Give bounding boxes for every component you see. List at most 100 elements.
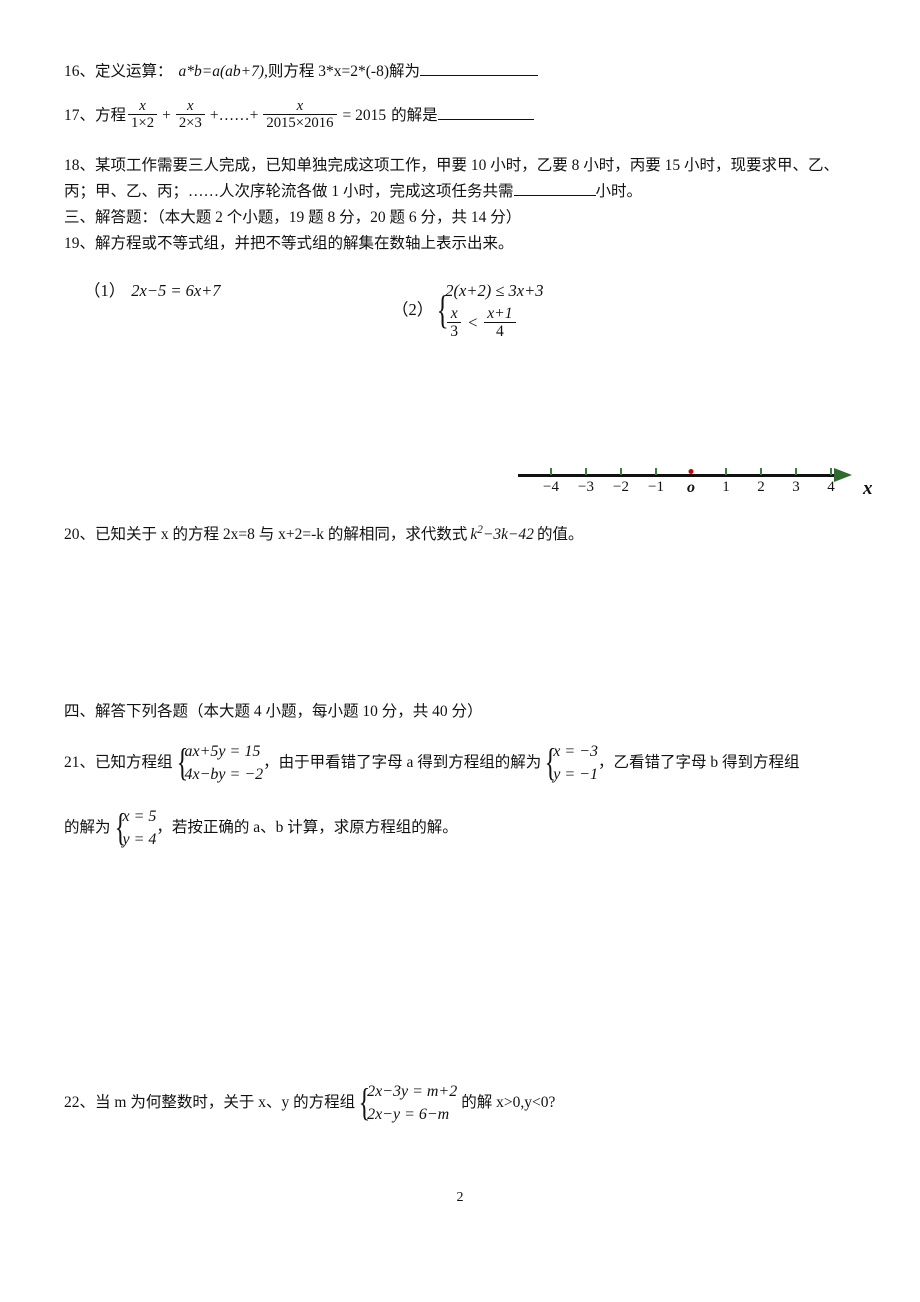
q21-system-jia: { x = −3 y = −1	[541, 740, 598, 786]
q19-part1-label: （1）	[84, 281, 126, 300]
q19-part2-label: （2）	[392, 300, 434, 320]
question-16: 16、定义运算： a*b=a(ab+7),则方程 3*x=2*(-8)解为	[64, 60, 539, 84]
q18-answer-blank[interactable]	[513, 180, 596, 196]
q22-system-row-2: 2x−y = 6−m	[367, 1106, 450, 1124]
q21-text-d: 的解为	[64, 819, 111, 837]
question-18-line-2: 丙；甲、乙、丙；……人次序轮流各做 1 小时，完成这项任务共需 小时。	[64, 180, 642, 204]
q20-text-a: 已知关于 x 的方程 2x=8 与 x+2=-k 的解相同，求代数式	[95, 526, 468, 544]
q16-label: 定义运算：	[95, 63, 173, 80]
question-18-line-1: 18、某项工作需要三人完成，已知单独完成这项工作，甲要 10 小时，乙要 8 小…	[64, 154, 839, 178]
number-line-tick--3	[585, 468, 587, 475]
q18-number: 18、	[64, 157, 96, 174]
question-17: 17、方程 x 1×2 + x 2×3 +……+ x 2015×2016 = 2015 的解是	[64, 98, 534, 132]
q17-tail: 的解是	[391, 106, 438, 124]
question-19-prompt: 19、解方程或不等式组，并把不等式组的解集在数轴上表示出来。	[64, 232, 514, 256]
number-line-label-3: 3	[792, 479, 800, 495]
number-line-tick-2	[760, 468, 762, 475]
number-line-label--4: −4	[543, 479, 559, 495]
number-line-origin-label: o	[687, 479, 695, 496]
q17-operator-1: +	[162, 106, 171, 124]
q17-fraction-1-denominator: 1×2	[131, 115, 155, 132]
q19-part2-left-fraction: x3	[447, 305, 462, 341]
q17-operator-2: +……+	[209, 106, 259, 124]
q22-text-a: 当 m 为何整数时，关于 x、y 的方程组	[95, 1094, 356, 1112]
number-line-tick--2	[620, 468, 622, 475]
q19-part2-row-2: x 3 < x+1 4	[445, 305, 543, 341]
q17-label: 方程	[95, 106, 127, 124]
q19-prompt-text: 解方程或不等式组，并把不等式组的解集在数轴上表示出来。	[95, 235, 514, 252]
q18-line2-b: 小时。	[595, 183, 643, 200]
number-line-label--1: −1	[648, 479, 664, 495]
q21-system-jia-brace: {	[544, 741, 557, 785]
q17-number: 17、	[64, 106, 96, 124]
q18-line2-a: 丙；甲、乙、丙；……人次序轮流各做 1 小时，完成这项任务共需	[64, 183, 514, 200]
q17-fraction-2-numerator: x	[175, 98, 205, 116]
q17-fraction-1-numerator: x	[128, 98, 158, 116]
q17-fraction-2: x 2×3	[175, 98, 205, 132]
question-22: 22、当 m 为何整数时，关于 x、y 的方程组 { 2x−3y = m+2 2…	[64, 1080, 555, 1126]
q21-text-b: ，由于甲看错了字母 a 得到方程组的解为	[263, 754, 542, 772]
q22-text-b: 的解 x>0,y<0?	[461, 1094, 556, 1112]
q20-text-b: 的值。	[536, 526, 584, 544]
q17-fraction-2-denominator: 2×3	[178, 115, 202, 132]
q19-part2-right-denominator: 4	[495, 323, 504, 341]
number-line-label-2: 2	[757, 479, 765, 495]
q21-system-original-row-2: 4x−by = −2	[184, 766, 264, 784]
q21-system-original-brace: {	[176, 741, 188, 785]
question-19-part-1: （1） 2x−5 = 6x+7	[84, 278, 221, 304]
question-21-line-1: 21、已知方程组 { ax+5y = 15 4x−by = −2 ，由于甲看错了…	[64, 740, 799, 786]
q21-system-original-row-1: ax+5y = 15	[184, 743, 261, 760]
q18-line1: 某项工作需要三人完成，已知单独完成这项工作，甲要 10 小时，乙要 8 小时，丙…	[95, 157, 840, 174]
q21-number: 21、	[64, 754, 96, 772]
q17-fraction-3-denominator: 2015×2016	[266, 115, 334, 132]
q21-system-yi-row-1: x = 5	[122, 808, 157, 825]
q21-system-yi-brace: {	[114, 806, 126, 850]
q16-definition: a*b=a(ab+7),	[178, 63, 268, 80]
q20-expression-base: k	[470, 526, 478, 544]
q20-expression-rest: −3k−42	[482, 526, 534, 544]
q16-answer-blank[interactable]	[420, 60, 539, 76]
section-4-heading: 四、解答下列各题（本大题 4 小题，每小题 10 分，共 40 分）	[64, 703, 483, 720]
number-line-tick--4	[550, 468, 552, 475]
q17-fraction-3: x 2015×2016	[263, 98, 337, 132]
number-line-arrowhead	[834, 468, 852, 482]
q22-system: { 2x−3y = m+2 2x−y = 6−m	[355, 1080, 458, 1126]
number-line-label--2: −2	[613, 479, 629, 495]
q21-system-yi: { x = 5 y = 4	[111, 805, 157, 851]
q19-number: 19、	[64, 235, 96, 252]
number-line: −4 −3 −2 −1 o 1 2 3 4 x	[518, 460, 878, 508]
q22-system-row-1: 2x−3y = m+2	[367, 1083, 458, 1100]
exam-page: 16、定义运算： a*b=a(ab+7),则方程 3*x=2*(-8)解为 17、…	[0, 0, 920, 1302]
number-line-tick-1	[725, 468, 727, 475]
q17-answer-blank[interactable]	[437, 104, 534, 120]
number-line-tick-4	[830, 468, 832, 475]
q21-system-original: { ax+5y = 15 4x−by = −2	[173, 740, 264, 786]
q17-fraction-3-numerator: x	[263, 98, 337, 116]
number-line-tick--1	[655, 468, 657, 475]
number-line-origin-dot	[688, 469, 694, 474]
q21-text-c: ，乙看错了字母 b 得到方程组	[597, 754, 800, 772]
question-21-line-2: 的解为 { x = 5 y = 4 ，若按正确的 a、b 计算，求原方程组的解。	[64, 805, 458, 851]
question-20: 20、已知关于 x 的方程 2x=8 与 x+2=-k 的解相同，求代数式 k2−…	[64, 522, 583, 547]
q19-part2-left-numerator: x	[447, 305, 462, 324]
q21-text-e: ，若按正确的 a、b 计算，求原方程组的解。	[156, 819, 458, 837]
q17-fraction-1: x 1×2	[128, 98, 158, 132]
q19-part2-right-numerator: x+1	[484, 305, 516, 324]
number-line-tick-3	[795, 468, 797, 475]
question-19-part-2: （2） { 2(x+2) ≤ 3x+3 x 3 < x+1 4	[392, 279, 543, 341]
q19-part2-relation: <	[467, 313, 479, 333]
q19-part2-right-fraction: x+1 4	[484, 305, 516, 341]
q21-system-jia-row-2: y = −1	[553, 766, 598, 784]
q19-part2-system: { 2(x+2) ≤ 3x+3 x 3 < x+1 4	[433, 279, 544, 341]
q20-number: 20、	[64, 526, 96, 544]
q19-part2-row-1: 2(x+2) ≤ 3x+3	[445, 281, 544, 300]
q21-text-a: 已知方程组	[95, 754, 173, 772]
q17-equals: = 2015	[342, 106, 387, 124]
q22-number: 22、	[64, 1094, 96, 1112]
q19-part2-left-denominator: 3	[450, 323, 459, 341]
section-3-heading: 三、解答题：（本大题 2 个小题，19 题 8 分，20 题 6 分，共 14 …	[64, 209, 522, 226]
number-line-label-1: 1	[722, 479, 730, 495]
q19-part1-equation: 2x−5 = 6x+7	[131, 281, 221, 300]
q21-system-jia-row-1: x = −3	[553, 743, 598, 760]
number-line-axis	[518, 474, 836, 477]
